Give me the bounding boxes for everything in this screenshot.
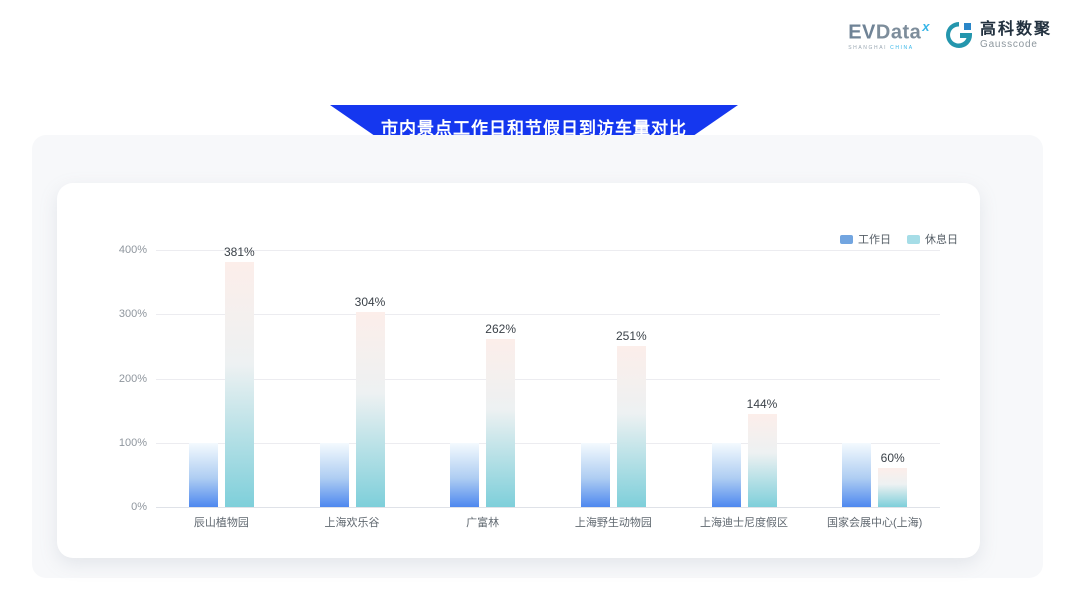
gausscode-en-label: Gausscode <box>980 39 1052 50</box>
bar-value-label: 381% <box>224 245 255 259</box>
page: EVDatax SHANGHAI CHINA 高科数聚 Gausscode 市内… <box>0 0 1080 608</box>
bar-value-label: 251% <box>616 329 647 343</box>
gridline: 0% <box>156 507 940 508</box>
bar-value-label: 304% <box>355 295 386 309</box>
bar-休息日-上海迪士尼度假区[interactable] <box>748 414 777 507</box>
bar-休息日-辰山植物园[interactable] <box>225 262 254 507</box>
chart-card: 工作日 休息日 400% 300% 200% 100% 0% 381% 辰山植物园 304% 上海… <box>57 183 980 558</box>
bar-工作日-上海欢乐谷[interactable] <box>320 443 349 507</box>
x-axis-category-label: 辰山植物园 <box>194 514 249 530</box>
plot-area: 400%300%200%100%0%381%辰山植物园304%上海欢乐谷262%… <box>156 250 940 507</box>
legend-swatch-icon <box>840 235 853 244</box>
bar-休息日-广富林[interactable] <box>486 339 515 507</box>
x-axis-category-label: 国家会展中心(上海) <box>827 514 922 530</box>
gausscode-cn-label: 高科数聚 <box>980 21 1052 39</box>
evdata-x-icon: x <box>922 19 930 34</box>
gridline: 200% <box>156 379 940 380</box>
evdata-subtext: SHANGHAI CHINA <box>848 46 913 51</box>
y-axis-tick-label: 400% <box>119 244 147 256</box>
legend-swatch-icon <box>907 235 920 244</box>
x-axis-category-label: 上海野生动物园 <box>575 514 652 530</box>
x-axis-category-label: 上海迪士尼度假区 <box>700 514 788 530</box>
x-axis-category-label: 广富林 <box>466 514 499 530</box>
x-axis-category-label: 上海欢乐谷 <box>325 514 380 530</box>
legend-label: 工作日 <box>858 231 891 247</box>
gridline: 100% <box>156 443 940 444</box>
bar-休息日-上海野生动物园[interactable] <box>617 346 646 507</box>
bar-休息日-上海欢乐谷[interactable] <box>356 312 385 507</box>
y-axis-tick-label: 0% <box>131 501 147 513</box>
legend-label: 休息日 <box>925 231 958 247</box>
bar-工作日-上海迪士尼度假区[interactable] <box>712 443 741 507</box>
legend-item-休息日[interactable]: 休息日 <box>907 231 958 247</box>
gausscode-logo: 高科数聚 Gausscode <box>944 20 1052 50</box>
gridline: 400% <box>156 250 940 251</box>
legend-item-工作日[interactable]: 工作日 <box>840 231 891 247</box>
chart-legend: 工作日 休息日 <box>840 231 958 247</box>
y-axis-tick-label: 300% <box>119 308 147 320</box>
header-logos: EVDatax SHANGHAI CHINA 高科数聚 Gausscode <box>848 20 1052 51</box>
bar-工作日-上海野生动物园[interactable] <box>581 443 610 507</box>
bar-value-label: 60% <box>881 451 905 465</box>
gridline: 300% <box>156 314 940 315</box>
bar-工作日-国家会展中心(上海)[interactable] <box>842 443 871 507</box>
bar-工作日-辰山植物园[interactable] <box>189 443 218 507</box>
bar-工作日-广富林[interactable] <box>450 443 479 507</box>
y-axis-tick-label: 200% <box>119 373 147 385</box>
bar-value-label: 262% <box>485 322 516 336</box>
gausscode-g-icon <box>944 20 974 50</box>
evdata-logo: EVDatax SHANGHAI CHINA <box>848 20 930 51</box>
y-axis-tick-label: 100% <box>119 437 147 449</box>
evdata-wordmark: EVDatax <box>848 20 930 43</box>
bar-休息日-国家会展中心(上海)[interactable] <box>878 468 907 507</box>
bar-value-label: 144% <box>747 397 778 411</box>
